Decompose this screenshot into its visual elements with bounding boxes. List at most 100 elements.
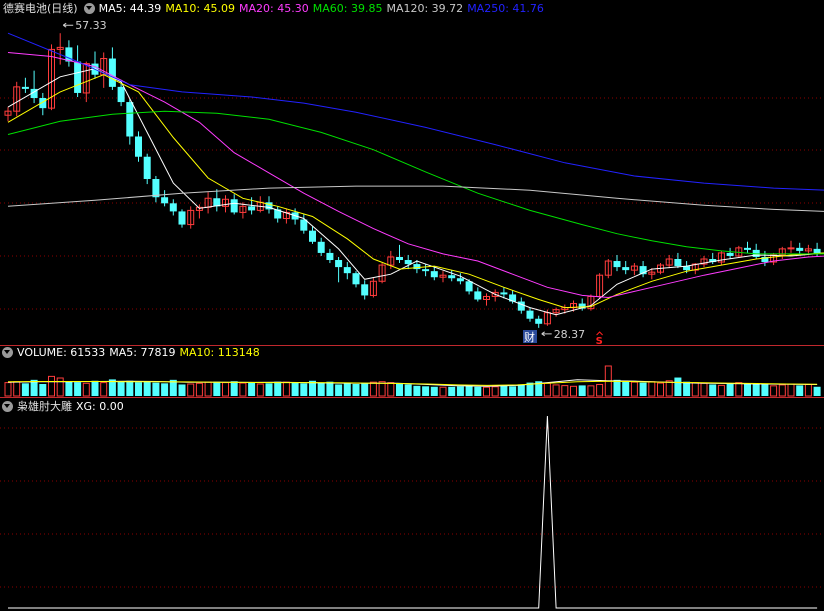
volume-bar bbox=[683, 381, 691, 396]
volume-bar bbox=[335, 384, 343, 396]
volume-bar bbox=[135, 382, 142, 396]
volume-bar bbox=[570, 385, 577, 397]
legend-entry: MA5: 44.39 bbox=[98, 2, 162, 15]
volume-bar bbox=[204, 381, 212, 397]
candle-body bbox=[230, 199, 238, 213]
xg-chart[interactable] bbox=[0, 398, 824, 611]
volume-bar bbox=[282, 381, 290, 397]
volume-bar bbox=[483, 386, 490, 397]
volume-bar bbox=[578, 385, 586, 396]
legend-entry: MA10: 113148 bbox=[179, 346, 260, 359]
volume-bar bbox=[796, 385, 804, 396]
volume-bar bbox=[91, 380, 99, 396]
volume-bar bbox=[343, 383, 351, 396]
candle-body bbox=[126, 102, 134, 137]
volume-bar bbox=[161, 383, 169, 396]
volume-bar bbox=[248, 382, 256, 396]
candle-body bbox=[317, 241, 325, 253]
chevron-down-icon[interactable] bbox=[83, 3, 95, 14]
volume-bar bbox=[587, 385, 595, 397]
candle-body bbox=[448, 275, 456, 279]
volume-bar bbox=[195, 382, 203, 397]
volume-bar bbox=[56, 377, 64, 397]
candle-body bbox=[143, 156, 151, 180]
volume-bar bbox=[630, 381, 638, 397]
candle-body bbox=[178, 211, 186, 225]
candle-body bbox=[74, 61, 82, 93]
candle-body bbox=[335, 260, 343, 268]
volume-bar bbox=[717, 384, 725, 397]
volume-bar bbox=[474, 386, 482, 396]
volume-bar bbox=[770, 385, 778, 397]
volume-bar bbox=[117, 381, 125, 396]
volume-bar bbox=[74, 382, 82, 396]
candlestick-chart[interactable]: 57.3328.37财 S bbox=[0, 0, 824, 346]
candle-body bbox=[796, 247, 804, 251]
volume-bar bbox=[691, 382, 699, 397]
low-arrow bbox=[541, 331, 552, 337]
candle-body bbox=[248, 206, 256, 211]
legend-entry: MA250: 41.76 bbox=[467, 2, 544, 15]
candle-body bbox=[526, 310, 534, 319]
volume-bar bbox=[430, 386, 438, 396]
candle-body bbox=[413, 264, 421, 270]
candle-body bbox=[352, 273, 360, 285]
volume-bar bbox=[622, 381, 630, 396]
volume-bar bbox=[213, 381, 221, 396]
volume-panel[interactable]: VOLUME: 61533 MA5: 77819 MA10: 113148 bbox=[0, 346, 824, 398]
candle-body bbox=[456, 278, 464, 282]
volume-bar bbox=[274, 381, 282, 396]
chevron-down-icon[interactable] bbox=[2, 401, 13, 412]
candle-body bbox=[169, 203, 177, 212]
high-label: 57.33 bbox=[75, 19, 107, 32]
volume-bar bbox=[509, 386, 517, 396]
volume-bar bbox=[491, 386, 499, 397]
volume-bar bbox=[804, 383, 812, 397]
volume-bar bbox=[369, 381, 377, 397]
volume-header: VOLUME: 61533 MA5: 77819 MA10: 113148 bbox=[0, 346, 824, 362]
volume-bar bbox=[465, 385, 473, 396]
volume-bar bbox=[543, 382, 551, 397]
volume-bar bbox=[735, 382, 743, 397]
volume-bar bbox=[378, 381, 386, 397]
volume-bar bbox=[648, 381, 656, 397]
candle-body bbox=[161, 197, 169, 204]
candle-body bbox=[535, 318, 543, 324]
candle-body bbox=[622, 267, 630, 271]
volume-bar bbox=[126, 380, 134, 396]
volume-bar bbox=[48, 375, 55, 397]
high-arrow bbox=[62, 22, 74, 28]
legend-entry: VOLUME: 61533 bbox=[17, 346, 106, 359]
volume-bar bbox=[222, 382, 229, 397]
candle-body bbox=[135, 136, 142, 157]
candle-body bbox=[430, 271, 438, 278]
volume-bar bbox=[65, 381, 73, 396]
volume-bar bbox=[517, 384, 525, 396]
volume-bar bbox=[787, 383, 795, 397]
candle-body bbox=[404, 260, 412, 265]
chevron-down-icon[interactable] bbox=[2, 347, 13, 358]
candle-body bbox=[396, 256, 403, 261]
volume-bar bbox=[387, 382, 395, 397]
volume-bar bbox=[82, 382, 90, 397]
low-label: 28.37 bbox=[554, 328, 586, 341]
indicator-panel[interactable]: 枭雄肘大雕 XG: 0.00 bbox=[0, 398, 824, 611]
candle-body bbox=[361, 284, 369, 296]
volume-bar bbox=[639, 382, 647, 396]
period-label: (日线) bbox=[47, 2, 78, 15]
volume-bar bbox=[396, 383, 403, 396]
volume-bar bbox=[291, 382, 299, 396]
candle-body bbox=[474, 291, 482, 300]
price-panel[interactable]: 57.33 28.37 财 S 德赛电池(日线) MA5: 44.39 MA10: 45.… bbox=[0, 0, 824, 346]
volume-bar bbox=[300, 383, 308, 396]
ma-line bbox=[7, 52, 824, 299]
candle-body bbox=[726, 252, 734, 256]
indicator-name: 枭雄肘大雕 bbox=[17, 400, 72, 413]
volume-bar bbox=[709, 384, 717, 396]
volume-bar bbox=[230, 381, 238, 396]
candle-body bbox=[613, 261, 621, 268]
candle-body bbox=[326, 252, 334, 261]
candle-body bbox=[422, 269, 430, 272]
candle-body bbox=[152, 179, 160, 198]
volume-bar bbox=[613, 379, 621, 396]
